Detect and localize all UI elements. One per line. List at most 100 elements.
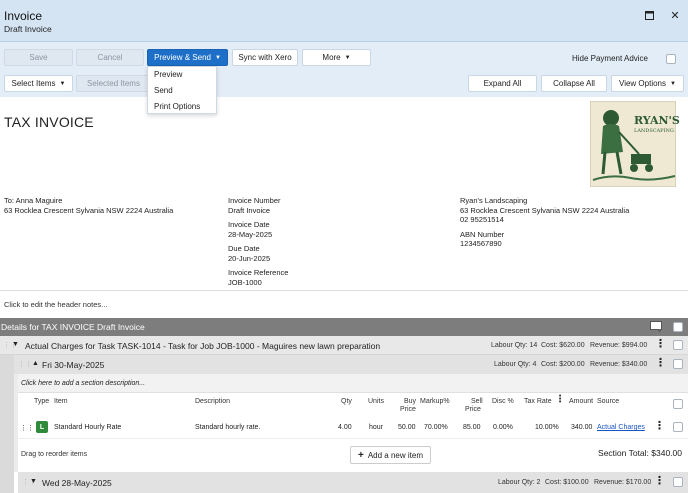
menu-item-preview[interactable]: Preview bbox=[148, 67, 216, 83]
col-buy-price-2: Price bbox=[400, 406, 416, 413]
caret-down-icon: ▼ bbox=[670, 80, 676, 87]
add-item-button[interactable]: + Add a new item bbox=[350, 446, 431, 464]
item-menu-icon[interactable]: ⋮ bbox=[654, 421, 665, 432]
view-options-button[interactable]: View Options ▼ bbox=[611, 75, 684, 92]
col-markup: Markup% bbox=[420, 398, 450, 405]
logo-subtitle: LANDSCAPING bbox=[634, 128, 674, 134]
task-cost: Cost: $620.00 bbox=[541, 342, 585, 349]
items-select-all-checkbox[interactable] bbox=[673, 399, 683, 409]
task-labour-qty: Labour Qty: 14 bbox=[491, 342, 538, 349]
bill-to-address: 63 Rocklea Crescent Sylvania NSW 2224 Au… bbox=[4, 205, 174, 215]
item-column-headers: Type Item Description Qty Units Buy Pric… bbox=[18, 393, 688, 415]
section2-labour-qty: Labour Qty: 2 bbox=[498, 479, 541, 486]
window-title: Invoice bbox=[4, 9, 43, 23]
cancel-button[interactable]: Cancel bbox=[76, 49, 144, 66]
bill-to-name: To: Anna Maguire bbox=[4, 196, 63, 205]
section-revenue: Revenue: $340.00 bbox=[590, 361, 648, 368]
window-title-bar: Invoice Draft Invoice ✕ bbox=[0, 0, 688, 42]
item-source-link[interactable]: Actual Charges bbox=[597, 424, 645, 431]
col-disc: Disc % bbox=[492, 398, 514, 405]
window-subtitle: Draft Invoice bbox=[4, 24, 52, 34]
item-units: hour bbox=[369, 424, 384, 431]
selected-items-button[interactable]: Selected Items bbox=[76, 75, 151, 92]
task-checkbox[interactable] bbox=[673, 340, 683, 350]
section-menu-icon[interactable]: ⋮ bbox=[655, 358, 666, 369]
drag-handle-icon[interactable]: ⋮⋮ bbox=[18, 360, 32, 368]
item-amount: 340.00 bbox=[571, 424, 593, 431]
item-disc: 0.00% bbox=[493, 424, 513, 431]
header-notes[interactable]: Click to edit the header notes... bbox=[0, 290, 688, 318]
expand-all-button[interactable]: Expand All bbox=[468, 75, 537, 92]
company-info-block: Ryan's Landscaping 63 Rocklea Crescent S… bbox=[460, 196, 629, 249]
details-title: Details for TAX INVOICE Draft Invoice bbox=[1, 322, 145, 332]
col-source: Source bbox=[597, 398, 620, 405]
sync-xero-button[interactable]: Sync with Xero bbox=[232, 49, 298, 66]
task-menu-icon[interactable]: ⋮ bbox=[655, 339, 666, 350]
item-name: Standard Hourly Rate bbox=[54, 424, 122, 431]
invoice-date-label: Invoice Date bbox=[228, 220, 270, 229]
close-icon[interactable]: ✕ bbox=[668, 8, 682, 22]
task-revenue: Revenue: $994.00 bbox=[590, 342, 648, 349]
view-options-label: View Options bbox=[619, 79, 667, 88]
hide-payment-label: Hide Payment Advice bbox=[571, 54, 648, 63]
save-button[interactable]: Save bbox=[4, 49, 73, 66]
preview-send-label: Preview & Send bbox=[154, 53, 211, 62]
item-checkbox[interactable] bbox=[673, 422, 683, 432]
col-units: Units bbox=[368, 398, 384, 405]
section2-menu-icon[interactable]: ⋮ bbox=[654, 476, 665, 487]
col-item: Item bbox=[54, 398, 68, 405]
menu-item-send[interactable]: Send bbox=[148, 83, 216, 99]
hide-payment-checkbox[interactable] bbox=[666, 54, 676, 64]
invoice-reference-label: Invoice Reference bbox=[228, 268, 289, 277]
section2-revenue: Revenue: $170.00 bbox=[594, 479, 652, 486]
task-indent-rail bbox=[0, 355, 14, 493]
collapse-all-button[interactable]: Collapse All bbox=[541, 75, 607, 92]
select-items-label: Select Items bbox=[11, 79, 56, 88]
section-description[interactable]: Click here to add a section description.… bbox=[18, 374, 688, 393]
due-date-value: 20-Jun-2025 bbox=[228, 253, 271, 263]
item-description: Standard hourly rate. bbox=[195, 424, 261, 431]
col-description: Description bbox=[195, 398, 231, 405]
invoice-number-label: Invoice Number bbox=[228, 196, 281, 205]
section2-checkbox[interactable] bbox=[673, 477, 683, 487]
abn-label: ABN Number bbox=[460, 229, 505, 239]
task-label: Actual Charges for Task TASK-1014 - Task… bbox=[25, 341, 381, 351]
chevron-down-icon[interactable]: ▼ bbox=[12, 341, 19, 348]
maximize-icon[interactable] bbox=[642, 8, 656, 22]
section-description-placeholder: Click here to add a section description.… bbox=[21, 380, 146, 387]
menu-item-print-options[interactable]: Print Options bbox=[148, 99, 216, 115]
chevron-up-icon[interactable]: ▲ bbox=[32, 360, 39, 367]
plus-icon: + bbox=[358, 449, 364, 461]
item-markup: 70.00% bbox=[424, 424, 448, 431]
comment-icon[interactable] bbox=[650, 321, 662, 332]
invoice-number-value: Draft Invoice bbox=[228, 205, 271, 215]
col-tax-rate: Tax Rate bbox=[524, 398, 552, 405]
section-cost: Cost: $200.00 bbox=[541, 361, 585, 368]
caret-down-icon: ▼ bbox=[344, 54, 351, 61]
col-qty: Qty bbox=[341, 398, 352, 405]
company-logo: RYAN'S LANDSCAPING bbox=[590, 101, 680, 187]
bill-to-block: To: Anna Maguire 63 Rocklea Crescent Syl… bbox=[4, 196, 173, 215]
select-items-button[interactable]: Select Items ▼ bbox=[4, 75, 73, 92]
invoice-date-value: 28-May-2025 bbox=[228, 229, 273, 239]
drag-handle-icon[interactable]: ⋮⋮ bbox=[20, 424, 34, 432]
select-all-checkbox[interactable] bbox=[673, 322, 683, 332]
company-address: 63 Rocklea Crescent Sylvania NSW 2224 Au… bbox=[460, 205, 630, 215]
item-tax-rate: 10.00% bbox=[535, 424, 559, 431]
chevron-down-icon[interactable]: ▼ bbox=[30, 478, 37, 485]
tax-rate-menu-icon[interactable]: ⋮ bbox=[555, 395, 565, 405]
caret-down-icon: ▼ bbox=[59, 80, 66, 87]
col-sell-price: Sell bbox=[471, 398, 483, 405]
col-sell-price-2: Price bbox=[465, 406, 481, 413]
section-checkbox[interactable] bbox=[673, 359, 683, 369]
section-total: Section Total: $340.00 bbox=[598, 448, 682, 458]
logo-title: RYAN'S bbox=[634, 114, 680, 127]
more-button[interactable]: More ▼ bbox=[302, 49, 371, 66]
col-type: Type bbox=[34, 398, 50, 405]
invoice-reference-value: JOB-1000 bbox=[228, 277, 262, 287]
more-label: More bbox=[322, 53, 341, 62]
task-row: ⋮⋮ ▼ Actual Charges for Task TASK-1014 -… bbox=[0, 336, 688, 355]
line-item-row: ⋮⋮ L Standard Hourly Rate Standard hourl… bbox=[18, 416, 688, 439]
preview-send-button[interactable]: Preview & Send ▼ bbox=[147, 49, 228, 66]
item-sell-price: 85.00 bbox=[463, 424, 481, 431]
